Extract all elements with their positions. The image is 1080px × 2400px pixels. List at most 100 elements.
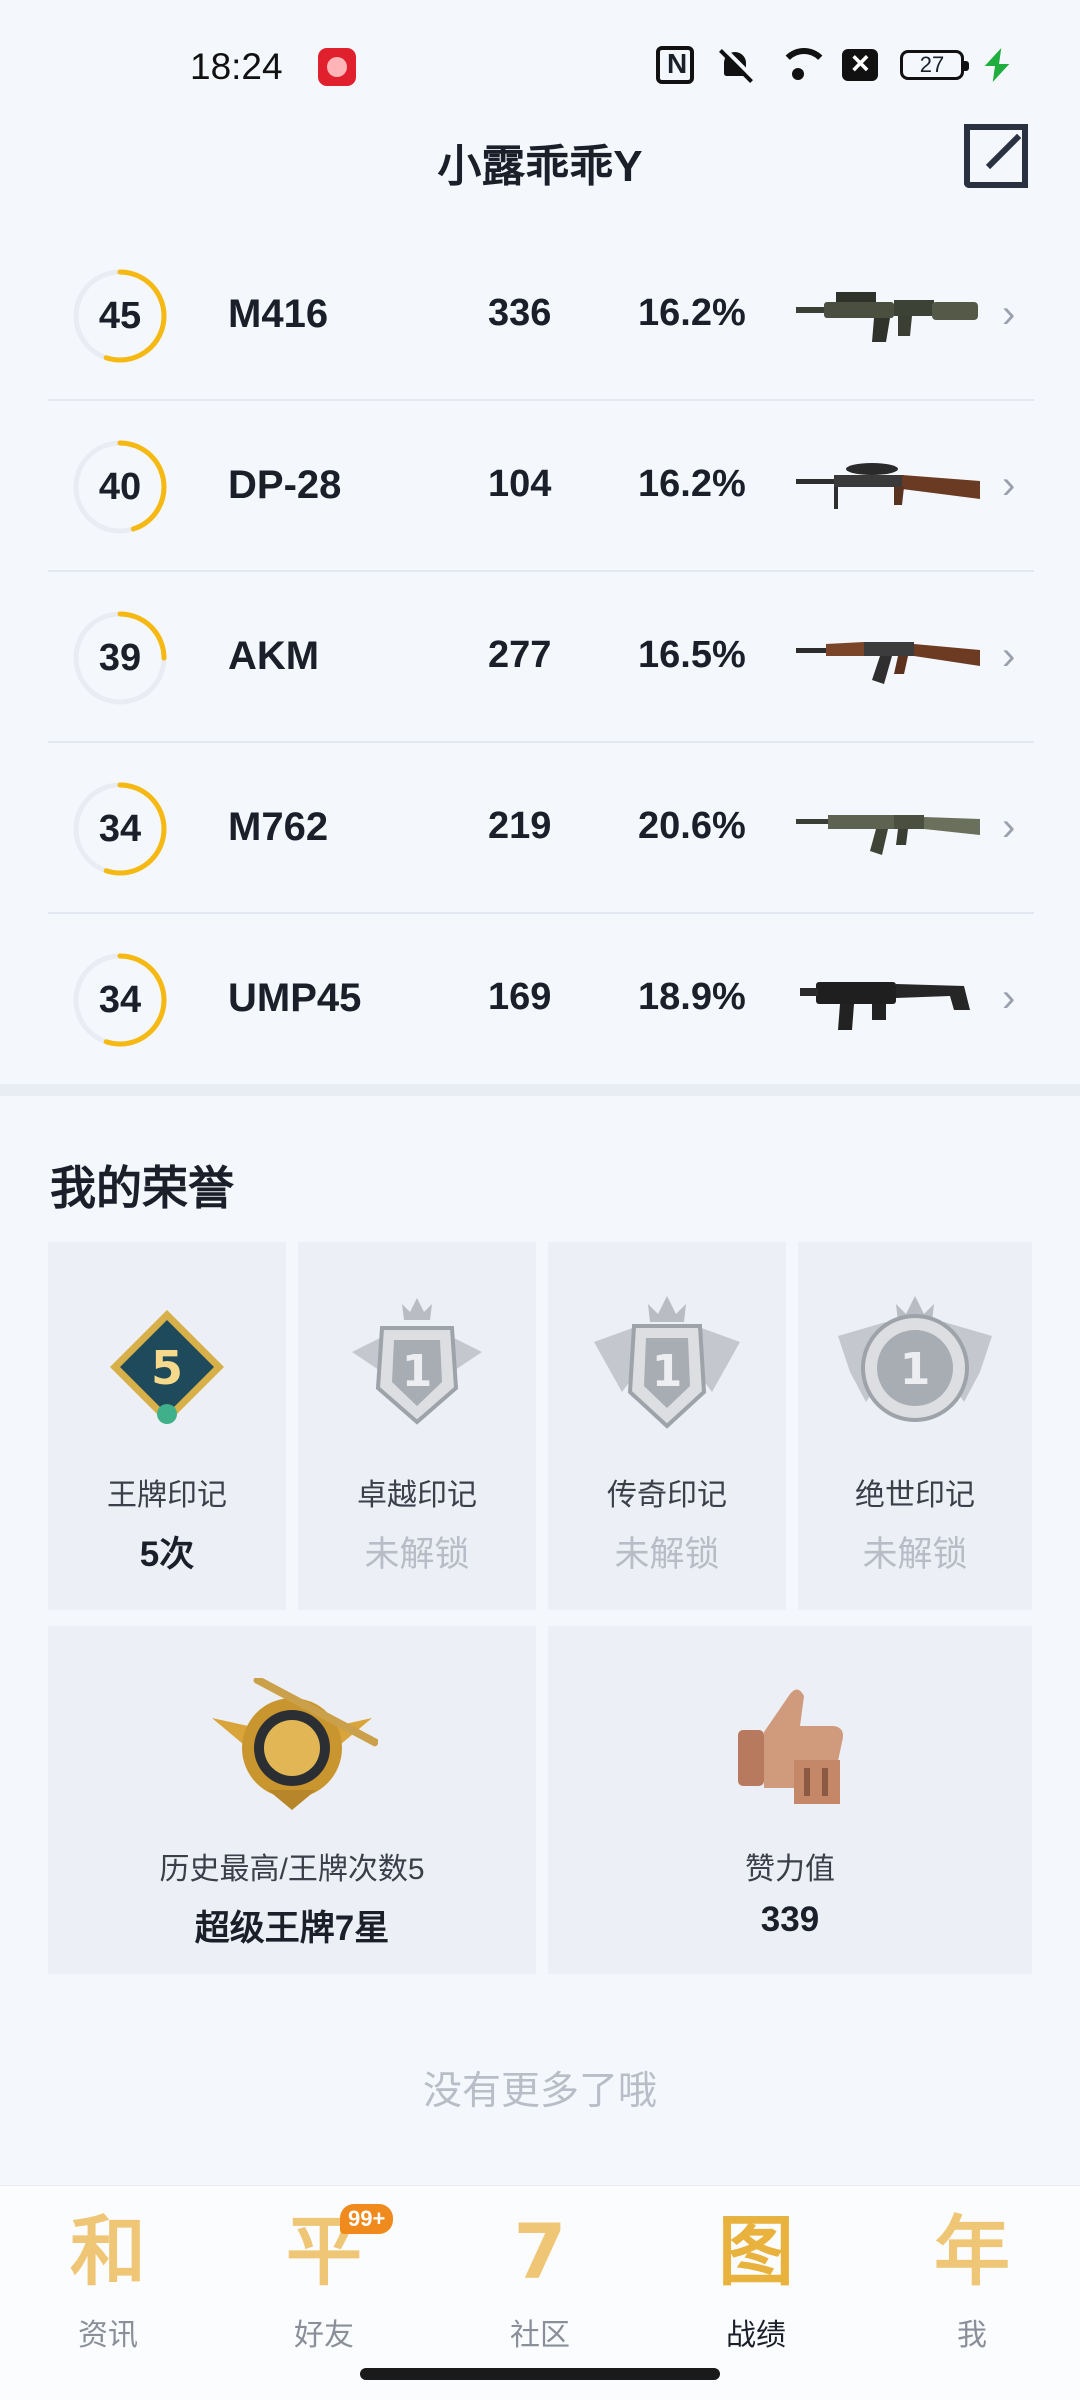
nav-label: 好友 [294,2319,354,2352]
weapon-level-ring: 39 [72,610,168,706]
honor-card-likes[interactable]: 赞力值 339 [548,1626,1032,1974]
charging-icon [986,46,1006,84]
weapon-name: M416 [228,292,329,336]
weapon-row[interactable]: 45 M416 336 16.2% › [48,230,1034,401]
wifi-icon [776,46,830,84]
honor-card-legend[interactable]: 1 传奇印记 未解锁 [548,1242,786,1610]
page-title: 小露乖乖Y [437,142,643,191]
nfc-icon [656,46,694,84]
super-ace-rank-icon [212,1678,378,1810]
honor-label: 王牌印记 [107,1479,227,1512]
share-icon-part [1022,152,1028,188]
chevron-right-icon: › [1002,634,1016,678]
chevron-right-icon: › [1002,463,1016,507]
app-notification-icon [318,48,356,86]
excellent-badge-icon: 1 [352,1298,482,1425]
nav-label: 社区 [510,2319,570,2352]
weapon-name: AKM [228,634,320,678]
weapon-rate: 16.2% [638,463,746,505]
nav-item-news[interactable]: 和 资讯 [28,2202,188,2382]
nav-item-me[interactable]: 年 我 [892,2202,1052,2382]
nav-label: 我 [957,2319,987,2352]
peerless-badge-number: 1 [900,1344,931,1395]
ace-badge-number: 5 [151,1341,183,1395]
home-indicator[interactable] [360,2368,720,2380]
nav-label: 资讯 [78,2319,138,2352]
nav-item-records[interactable]: 图 战绩 [676,2202,836,2382]
nav-community-icon: 7 [513,2207,567,2296]
chevron-right-icon: › [1002,805,1016,849]
legend-badge-number: 1 [652,1346,683,1397]
dp28-lmg-image [796,463,980,509]
nav-item-friends[interactable]: 平 99+ 好友 [244,2202,404,2382]
honor-value: 5次 [139,1535,195,1574]
share-icon-part [964,124,1000,130]
weapon-kills: 219 [488,805,552,847]
weapon-row[interactable]: 34 UMP45 169 18.9% › [48,914,1034,1085]
weapon-level: 34 [98,808,142,850]
weapon-level-ring: 34 [72,781,168,877]
honor-label: 传奇印记 [607,1479,727,1512]
weapon-level-ring: 34 [72,952,168,1048]
weapon-name: M762 [228,805,329,849]
honor-card-peerless[interactable]: 1 绝世印记 未解锁 [798,1242,1032,1610]
weapon-rate: 20.6% [638,805,746,847]
status-time: 18:24 [190,46,283,87]
likes-value: 339 [760,1900,820,1939]
weapon-level: 45 [98,295,142,337]
weapon-name: UMP45 [228,976,362,1020]
m416-rifle-image [796,292,978,342]
weapon-name: DP-28 [228,463,342,507]
nav-records-icon: 图 [676,2202,836,2302]
honor-card-excellent[interactable]: 1 卓越印记 未解锁 [298,1242,536,1610]
chevron-right-icon: › [1002,976,1016,1020]
status-bar: 18:24 27 [0,0,1080,130]
weapon-rate: 16.2% [638,292,746,334]
weapon-kills: 277 [488,634,552,676]
weapon-row[interactable]: 34 M762 219 20.6% › [48,743,1034,914]
ace-badge-icon: 5 [110,1310,224,1424]
section-divider [0,1084,1080,1096]
chevron-right-icon: › [1002,292,1016,336]
share-button[interactable] [964,124,1028,188]
legend-badge-icon: 1 [594,1296,740,1429]
honor-value: 未解锁 [364,1535,470,1574]
status-icons: 27 [656,45,1006,84]
weapon-kills: 104 [488,463,552,505]
weapon-kills: 169 [488,976,552,1018]
mute-icon [716,46,754,84]
weapon-level: 40 [98,466,142,508]
battery-icon: 27 [900,50,969,80]
m762-rifle-image [796,815,980,855]
excellent-badge-number: 1 [402,1346,433,1397]
section-title: 我的荣誉 [50,1162,234,1214]
no-more-text: 没有更多了哦 [422,2070,657,2113]
nav-me-icon: 年 [934,2207,1010,2296]
weapon-level-ring: 45 [72,268,168,364]
weapon-level: 34 [98,979,142,1021]
nav-item-community[interactable]: 7 社区 [460,2202,620,2382]
weapon-level: 39 [98,637,142,679]
weapon-kills: 336 [488,292,552,334]
honor-label: 绝世印记 [855,1479,975,1512]
peerless-badge-icon: 1 [838,1296,992,1422]
ump45-smg-image [800,982,970,1030]
akm-rifle-image [796,642,980,684]
weapon-rate: 18.9% [638,976,746,1018]
weapon-list: 45 M416 336 16.2% › 40 DP-28 104 16.2% ›… [48,230,1034,1085]
thumbs-up-icon [738,1689,843,1804]
nav-label: 战绩 [726,2319,786,2352]
honor-value: 未解锁 [614,1535,720,1574]
friends-count-badge: 99+ [340,2204,394,2234]
weapon-row[interactable]: 40 DP-28 104 16.2% › [48,401,1034,572]
best-rank-label: 历史最高/王牌次数5 [159,1853,425,1886]
honor-label: 卓越印记 [357,1479,477,1512]
weapon-row[interactable]: 39 AKM 277 16.5% › [48,572,1034,743]
likes-label: 赞力值 [745,1853,835,1886]
header: 小露乖乖Y [0,120,1080,200]
nav-news-icon: 和 [70,2207,146,2296]
weapon-rate: 16.5% [638,634,746,676]
honor-card-ace[interactable]: 5 王牌印记 5次 [48,1242,286,1610]
best-rank-value: 超级王牌7星 [194,1909,390,1948]
honor-card-best-rank[interactable]: 历史最高/王牌次数5 超级王牌7星 [48,1626,536,1974]
